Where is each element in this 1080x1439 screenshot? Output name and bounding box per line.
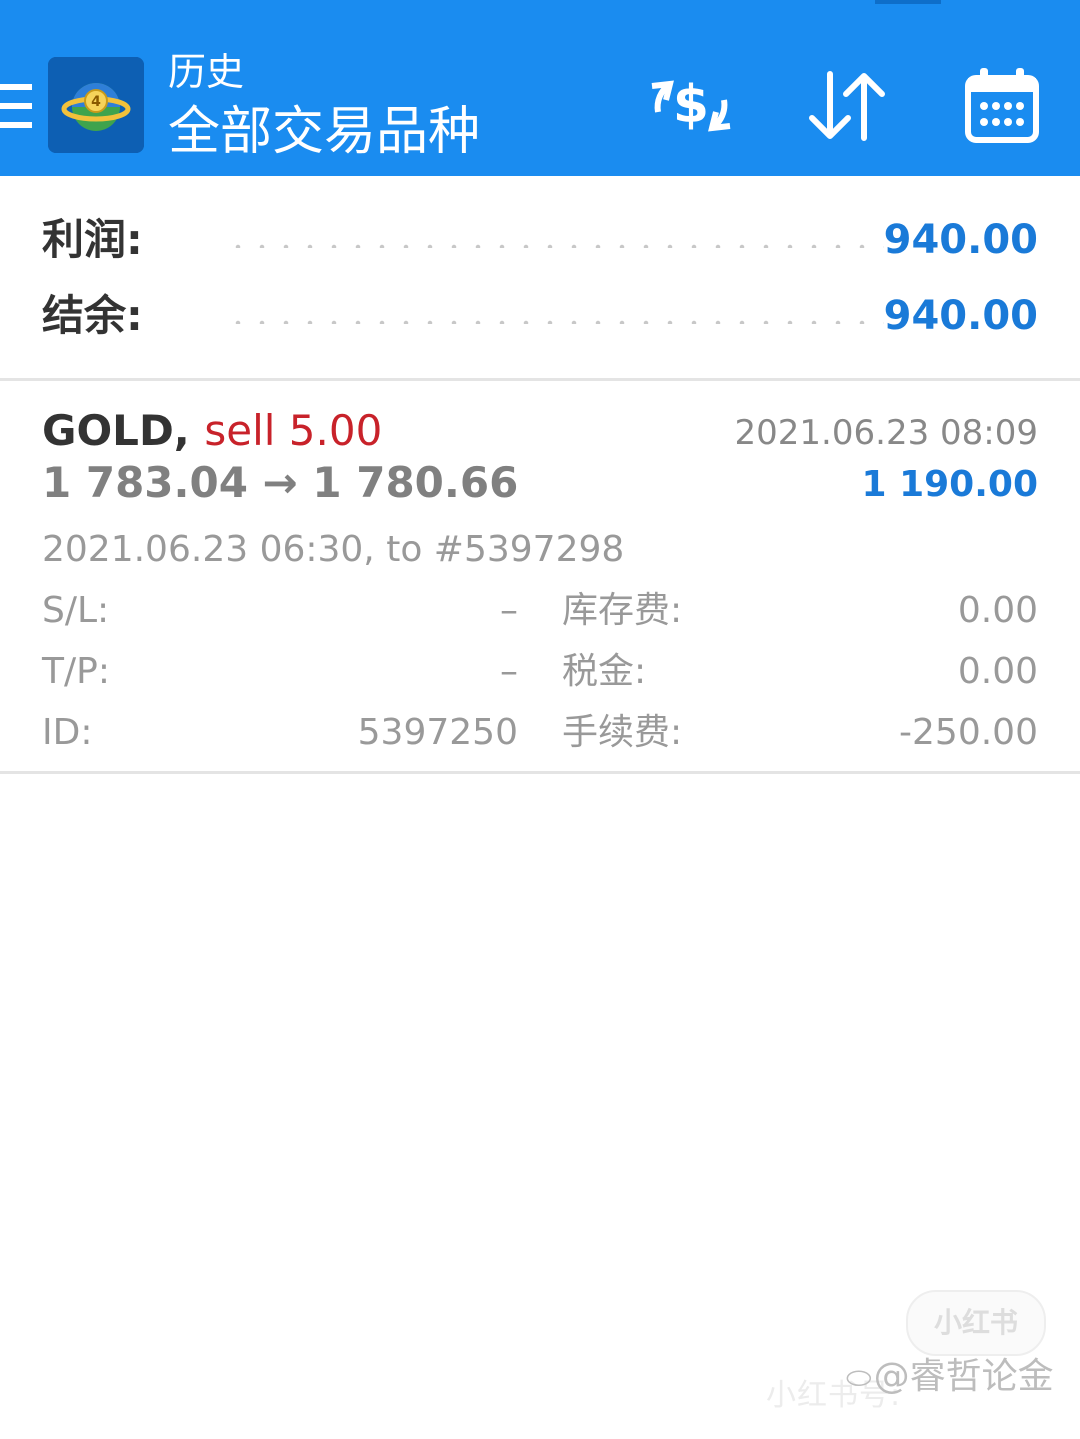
account-summary: 利润: 940.00 结余: 940.00: [0, 176, 1080, 378]
sort-icon[interactable]: [804, 66, 890, 146]
watermark-user: ⬭@睿哲论金: [846, 1354, 1054, 1402]
watermark-badge: 小红书: [906, 1290, 1046, 1356]
commission-value: -250.00: [899, 712, 1038, 753]
sl-label: S/L:: [42, 590, 110, 631]
symbol-filter[interactable]: 全部交易品种: [168, 102, 480, 162]
watermark-badge-text: 小红书: [933, 1306, 1018, 1339]
dotted-leader: [226, 244, 884, 248]
price-open: 1 783.04: [42, 458, 248, 507]
id-value: 5397250: [357, 712, 518, 753]
deal-type: sell 5.00: [204, 406, 383, 455]
profit-value: 940.00: [883, 217, 1038, 263]
currency-exchange-icon[interactable]: $: [648, 66, 734, 146]
tp-value: –: [500, 651, 518, 692]
deal-prices: 1 783.04 → 1 780.66: [42, 457, 518, 509]
tax-label: 税金:: [562, 651, 647, 692]
screen-title: 历史: [168, 50, 245, 94]
sl-value: –: [500, 590, 518, 631]
deal-symbol: GOLD,: [42, 406, 190, 455]
deal-title: GOLD, sell 5.00: [42, 405, 382, 457]
tax-value: 0.00: [957, 651, 1038, 692]
swap-value: 0.00: [957, 590, 1038, 631]
deal-close-time: 2021.06.23 08:09: [734, 413, 1038, 453]
id-label: ID:: [42, 712, 93, 753]
price-close: 1 780.66: [312, 458, 519, 507]
balance-row: 结余: 940.00: [42, 286, 1038, 346]
divider: [0, 771, 1080, 774]
calendar-icon[interactable]: [962, 66, 1048, 146]
app-header: 4 历史 全部交易品种 $: [0, 0, 1080, 176]
svg-text:$: $: [673, 75, 709, 135]
profit-row: 利润: 940.00: [42, 210, 1038, 270]
menu-icon[interactable]: [0, 84, 32, 128]
profit-label: 利润:: [42, 215, 143, 264]
status-bar-remnant: [875, 0, 941, 4]
deal-profit: 1 190.00: [861, 464, 1038, 505]
balance-value: 940.00: [883, 293, 1038, 339]
arrow-right-icon: →: [262, 458, 298, 507]
balance-label: 结余:: [42, 291, 143, 340]
watermark-username: @睿哲论金: [873, 1356, 1054, 1397]
dotted-leader: [226, 320, 884, 324]
deal-item[interactable]: GOLD, sell 5.00 2021.06.23 08:09 1 783.0…: [0, 381, 1080, 771]
tp-label: T/P:: [42, 651, 110, 692]
svg-text:4: 4: [91, 94, 101, 110]
deal-open-info: 2021.06.23 06:30, to #5397298: [42, 529, 625, 570]
chat-bubble-icon: ⬭: [846, 1361, 872, 1396]
app-logo: 4: [48, 57, 144, 153]
swap-label: 库存费:: [562, 590, 683, 631]
commission-label: 手续费:: [562, 712, 683, 753]
